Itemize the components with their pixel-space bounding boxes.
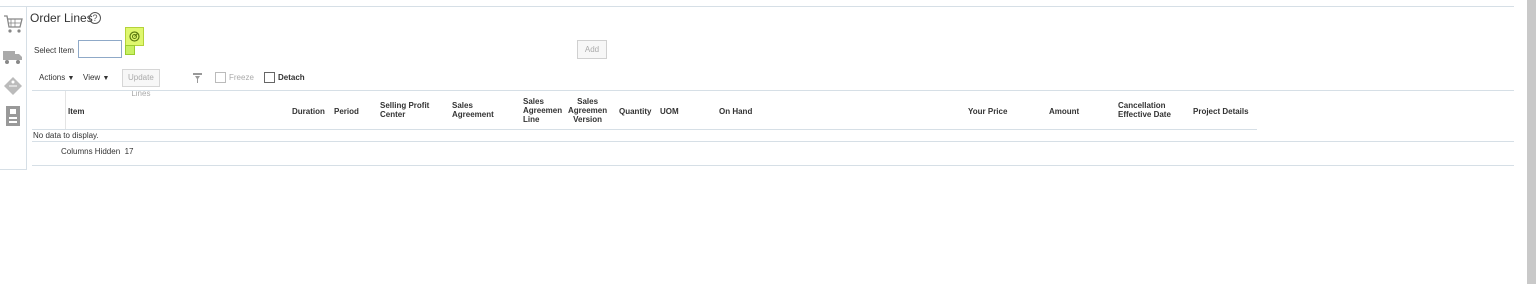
column-header[interactable]: Item (68, 107, 84, 116)
badge-icon[interactable] (125, 27, 144, 46)
columns-hidden-label: Columns Hidden (61, 147, 121, 156)
column-header-line: Sales (452, 101, 473, 110)
header-divider (32, 129, 1257, 130)
column-header-line: Center (380, 110, 406, 119)
vertical-scrollbar[interactable] (1527, 0, 1536, 284)
column-header[interactable]: UOM (660, 107, 679, 116)
update-lines-button[interactable]: Update Lines (122, 69, 160, 98)
detach-icon (264, 72, 275, 84)
column-header-line: Agreemen (568, 106, 608, 115)
column-header-line: Your Price (968, 107, 1008, 116)
column-header-line: Duration (292, 107, 325, 116)
detach-button[interactable]: Detach (264, 68, 305, 88)
column-header-line: Selling Profit (380, 101, 430, 110)
freeze-icon (215, 72, 226, 84)
empty-message: No data to display. (33, 131, 99, 140)
column-header-line: On Hand (719, 107, 753, 116)
truck-icon[interactable] (3, 45, 23, 67)
column-header[interactable]: Amount (1049, 107, 1079, 116)
top-divider (0, 6, 1514, 7)
column-header[interactable]: Duration (292, 107, 325, 116)
detach-label: Detach (278, 73, 305, 82)
actions-label: Actions (39, 73, 66, 82)
column-divider (65, 91, 66, 129)
column-header-line: Agreemen (523, 106, 563, 115)
tag-icon[interactable] (3, 75, 23, 97)
side-rail (0, 7, 27, 170)
column-header[interactable]: Project Details (1193, 107, 1249, 116)
select-item-label: Select Item (34, 46, 75, 55)
actions-menu[interactable]: Actions ▼ (39, 68, 74, 88)
chevron-down-icon: ▼ (102, 75, 110, 82)
column-header-line: Effective Date (1118, 110, 1171, 119)
freeze-label: Freeze (229, 73, 254, 82)
status-bar-border (32, 165, 1514, 166)
chevron-down-icon: ▼ (67, 75, 75, 82)
column-header[interactable]: Selling Profit Center (380, 101, 429, 119)
help-icon[interactable]: ? (89, 12, 101, 24)
column-header-line: Amount (1049, 107, 1080, 116)
column-header[interactable]: Sales Agreemen Version (568, 97, 607, 124)
column-header-line: Item (68, 107, 85, 116)
column-header-line: UOM (660, 107, 679, 116)
column-header-line: Sales (577, 97, 599, 106)
column-header[interactable]: Period (334, 107, 359, 116)
column-header-line: Sales (523, 97, 544, 106)
view-menu[interactable]: View ▼ (83, 68, 109, 88)
column-header[interactable]: On Hand (719, 107, 752, 116)
column-header-line: Line (523, 115, 540, 124)
filter-icon[interactable] (192, 68, 204, 88)
table-bottom-border (32, 141, 1514, 142)
column-header-line: Agreement (452, 110, 494, 119)
column-header[interactable]: Sales Agreement (452, 101, 494, 119)
add-button[interactable]: Add (577, 40, 607, 59)
column-header[interactable]: Cancellation Effective Date (1118, 101, 1171, 119)
freeze-button[interactable]: Freeze (215, 68, 254, 88)
lookup-icon[interactable] (125, 45, 135, 55)
document-icon[interactable] (3, 105, 23, 127)
page-title: Order Lines (30, 11, 93, 25)
column-header-line: Quantity (619, 107, 652, 116)
view-label: View (83, 73, 101, 82)
column-header-line: Period (334, 107, 359, 116)
column-header[interactable]: Your Price (968, 107, 1007, 116)
column-header[interactable]: Sales Agreemen Line (523, 97, 562, 124)
cart-icon[interactable] (3, 13, 23, 35)
column-header-line: Cancellation (1118, 101, 1166, 110)
columns-hidden-count: 17 (124, 147, 134, 156)
column-header[interactable]: Quantity (619, 107, 651, 116)
table-top-border (32, 90, 1514, 91)
columns-hidden: Columns Hidden 17 (61, 147, 134, 156)
select-item-input[interactable] (78, 40, 122, 58)
column-header-line: Version (573, 115, 603, 124)
column-header-line: Project Details (1193, 107, 1249, 116)
